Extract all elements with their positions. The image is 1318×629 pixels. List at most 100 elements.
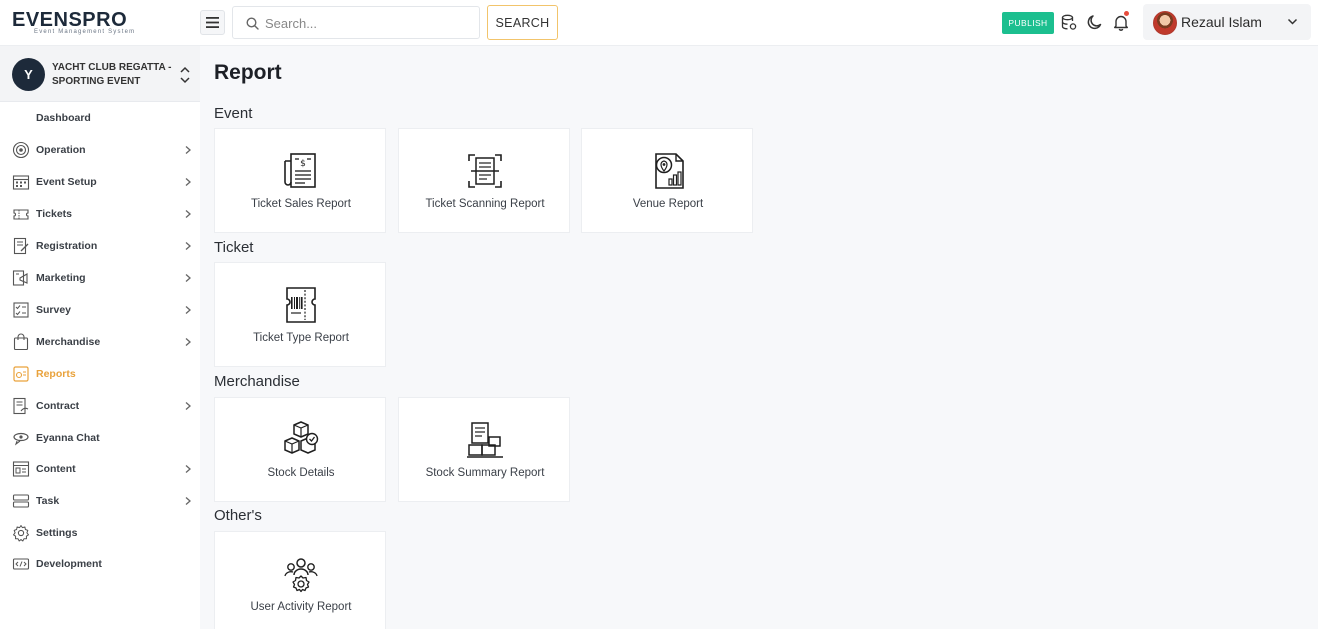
- sales-report-icon: $: [284, 153, 316, 188]
- survey-icon: [13, 302, 29, 318]
- stock-boxes-icon: [284, 421, 319, 454]
- section-title-ticket: Ticket: [214, 239, 254, 256]
- card-label: Stock Details: [267, 467, 335, 479]
- sidebar-item-label: Marketing: [36, 272, 86, 284]
- sidebar-item-registration[interactable]: Registration: [0, 232, 200, 260]
- registration-icon: [13, 237, 29, 255]
- sidebar-item-label: Development: [36, 558, 102, 570]
- sidebar-item-contract[interactable]: Contract: [0, 392, 200, 420]
- card-venue-report[interactable]: Venue Report: [581, 128, 753, 233]
- chevron-down-icon: [1287, 18, 1298, 25]
- content-icon: [12, 461, 30, 477]
- main-content: Report Event $ Ticket Sales Report Ticke…: [200, 46, 1318, 629]
- sidebar-item-label: Reports: [36, 368, 76, 380]
- sidebar-item-label: Eyanna Chat: [36, 432, 100, 444]
- sidebar-item-operation[interactable]: Operation: [0, 136, 200, 164]
- card-stock-details[interactable]: Stock Details: [214, 397, 386, 502]
- sidebar-item-label: Dashboard: [36, 112, 91, 124]
- sidebar-item-survey[interactable]: Survey: [0, 296, 200, 324]
- section-title-event: Event: [214, 105, 253, 122]
- sidebar-item-eyanna-chat[interactable]: Eyanna Chat: [0, 424, 200, 452]
- user-menu[interactable]: Rezaul Islam: [1143, 4, 1311, 40]
- sidebar-item-merchandise[interactable]: Merchandise: [0, 328, 200, 356]
- sidebar-item-dashboard[interactable]: Dashboard: [0, 104, 200, 132]
- chevron-right-icon: [185, 465, 191, 473]
- chevron-right-icon: [185, 338, 191, 346]
- task-icon: [12, 494, 30, 508]
- sidebar-item-label: Tickets: [36, 208, 72, 220]
- card-label: Ticket Scanning Report: [425, 198, 545, 210]
- development-icon: [12, 558, 30, 570]
- dark-mode-moon-icon[interactable]: [1086, 13, 1104, 31]
- sidebar-item-label: Registration: [36, 240, 98, 252]
- card-label: Ticket Sales Report: [251, 198, 351, 210]
- calendar-icon: [12, 175, 30, 190]
- sidebar-item-label: Settings: [36, 527, 78, 539]
- sidebar-item-task[interactable]: Task: [0, 487, 200, 515]
- sidebar-item-label: Content: [36, 463, 76, 475]
- sidebar-item-label: Task: [36, 495, 60, 507]
- card-ticket-sales-report[interactable]: $ Ticket Sales Report: [214, 128, 386, 233]
- event-name: YACHT CLUB REGATTA - SPORTING EVENT: [52, 62, 172, 87]
- chevron-right-icon: [185, 242, 191, 250]
- ticket-type-icon: [286, 287, 316, 323]
- chevron-right-icon: [185, 274, 191, 282]
- event-selector[interactable]: Y YACHT CLUB REGATTA - SPORTING EVENT: [0, 46, 200, 102]
- user-name: Rezaul Islam: [1181, 14, 1262, 30]
- card-label: User Activity Report: [250, 601, 352, 613]
- chevron-right-icon: [185, 497, 191, 505]
- publish-button[interactable]: PUBLISH: [1002, 12, 1054, 34]
- search-icon: [246, 17, 259, 30]
- chevron-up-down-icon[interactable]: [179, 65, 191, 85]
- section-title-merchandise: Merchandise: [214, 373, 300, 390]
- page-title: Report: [214, 61, 282, 84]
- scan-report-icon: [468, 154, 502, 188]
- chevron-right-icon: [185, 402, 191, 410]
- sidebar-item-label: Event Setup: [36, 176, 97, 188]
- chat-icon: [13, 432, 29, 446]
- section-title-others: Other's: [214, 507, 262, 524]
- contract-icon: [13, 397, 29, 415]
- sidebar: Y YACHT CLUB REGATTA - SPORTING EVENT Da…: [0, 46, 200, 629]
- card-user-activity-report[interactable]: User Activity Report: [214, 531, 386, 629]
- svg-text:$: $: [300, 159, 306, 169]
- card-label: Venue Report: [632, 198, 704, 210]
- search-input[interactable]: [265, 13, 470, 33]
- top-header: EVENSPRO Event Management System SEARCH …: [0, 0, 1318, 46]
- sidebar-item-event-setup[interactable]: Event Setup: [0, 168, 200, 196]
- shopping-bag-icon: [13, 333, 29, 351]
- avatar: [1153, 11, 1177, 35]
- hamburger-icon: [206, 17, 219, 28]
- sidebar-item-marketing[interactable]: Marketing: [0, 264, 200, 292]
- menu-toggle-button[interactable]: [200, 10, 225, 35]
- sidebar-item-label: Survey: [36, 304, 72, 316]
- search-field: [232, 6, 480, 39]
- sidebar-item-development[interactable]: Development: [0, 550, 200, 578]
- notification-badge: [1123, 10, 1130, 17]
- operation-icon: [12, 141, 30, 159]
- venue-report-icon: [655, 153, 684, 189]
- app-logo[interactable]: EVENSPRO Event Management System: [12, 9, 142, 37]
- chevron-right-icon: [185, 178, 191, 186]
- card-ticket-scanning-report[interactable]: Ticket Scanning Report: [398, 128, 570, 233]
- sidebar-item-label: Merchandise: [36, 336, 101, 348]
- ticket-icon: [13, 209, 29, 220]
- sidebar-item-content[interactable]: Content: [0, 455, 200, 483]
- database-settings-icon[interactable]: [1060, 13, 1078, 31]
- stock-summary-icon: [467, 422, 503, 458]
- user-activity-icon: [284, 558, 318, 593]
- search-button[interactable]: SEARCH: [487, 5, 558, 40]
- card-ticket-type-report[interactable]: Ticket Type Report: [214, 262, 386, 367]
- chevron-right-icon: [185, 306, 191, 314]
- sidebar-item-label: Operation: [36, 144, 86, 156]
- chevron-right-icon: [185, 210, 191, 218]
- sidebar-item-tickets[interactable]: Tickets: [0, 200, 200, 228]
- gear-icon: [13, 525, 29, 542]
- reports-icon: [13, 366, 29, 382]
- marketing-icon: [12, 270, 28, 286]
- sidebar-item-settings[interactable]: Settings: [0, 519, 200, 547]
- card-stock-summary-report[interactable]: Stock Summary Report: [398, 397, 570, 502]
- card-label: Ticket Type Report: [253, 332, 349, 344]
- sidebar-item-reports[interactable]: Reports: [0, 360, 200, 388]
- event-avatar: Y: [12, 58, 45, 91]
